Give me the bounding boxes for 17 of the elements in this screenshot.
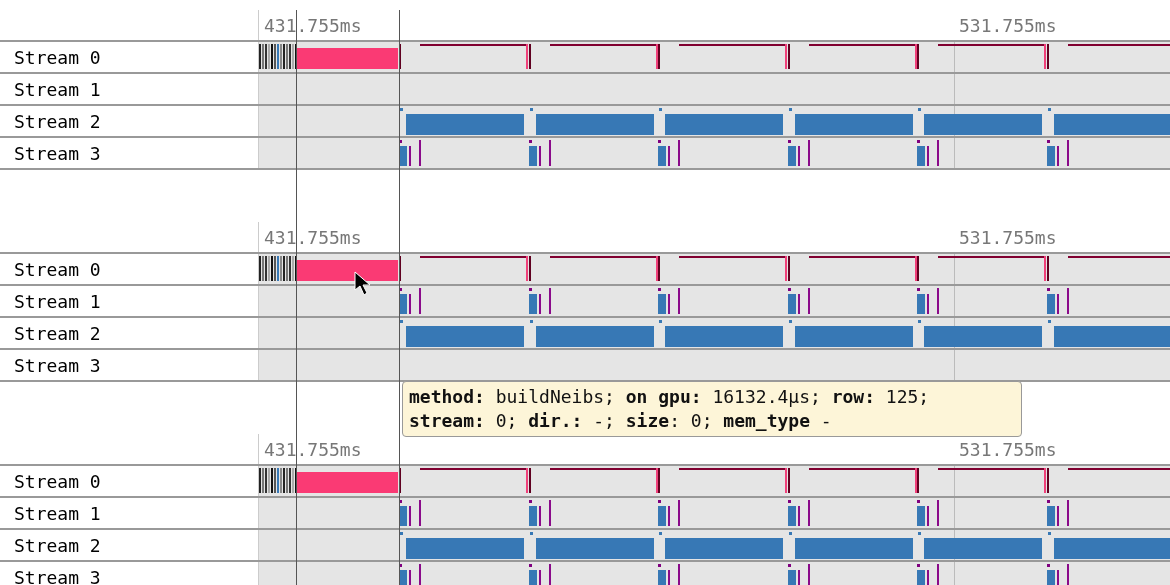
stream-label: Stream 2 <box>13 322 101 344</box>
stream-label: Stream 3 <box>13 566 101 585</box>
time-tick-label: 531.755ms <box>958 14 1057 36</box>
stream-label: Stream 0 <box>13 46 101 68</box>
stream-label: Stream 2 <box>13 110 101 132</box>
stream-label: Stream 1 <box>13 78 101 100</box>
tooltip-text: stream: 0; dir.: -; size: 0; mem_type - <box>409 409 833 433</box>
stream-label: Stream 0 <box>13 258 101 280</box>
stream-label: Stream 1 <box>13 290 101 312</box>
stream-label: Stream 3 <box>13 142 101 164</box>
stream-label: Stream 0 <box>13 470 101 492</box>
time-tick-label: 531.755ms <box>958 438 1057 460</box>
stream-label: Stream 2 <box>13 534 101 556</box>
tooltip-text: method: buildNeibs; on gpu: 16132.4µs; row: 125; <box>409 385 931 409</box>
time-tick-label: 531.755ms <box>958 226 1057 248</box>
stream-label: Stream 1 <box>13 502 101 524</box>
stream-label: Stream 3 <box>13 354 101 376</box>
